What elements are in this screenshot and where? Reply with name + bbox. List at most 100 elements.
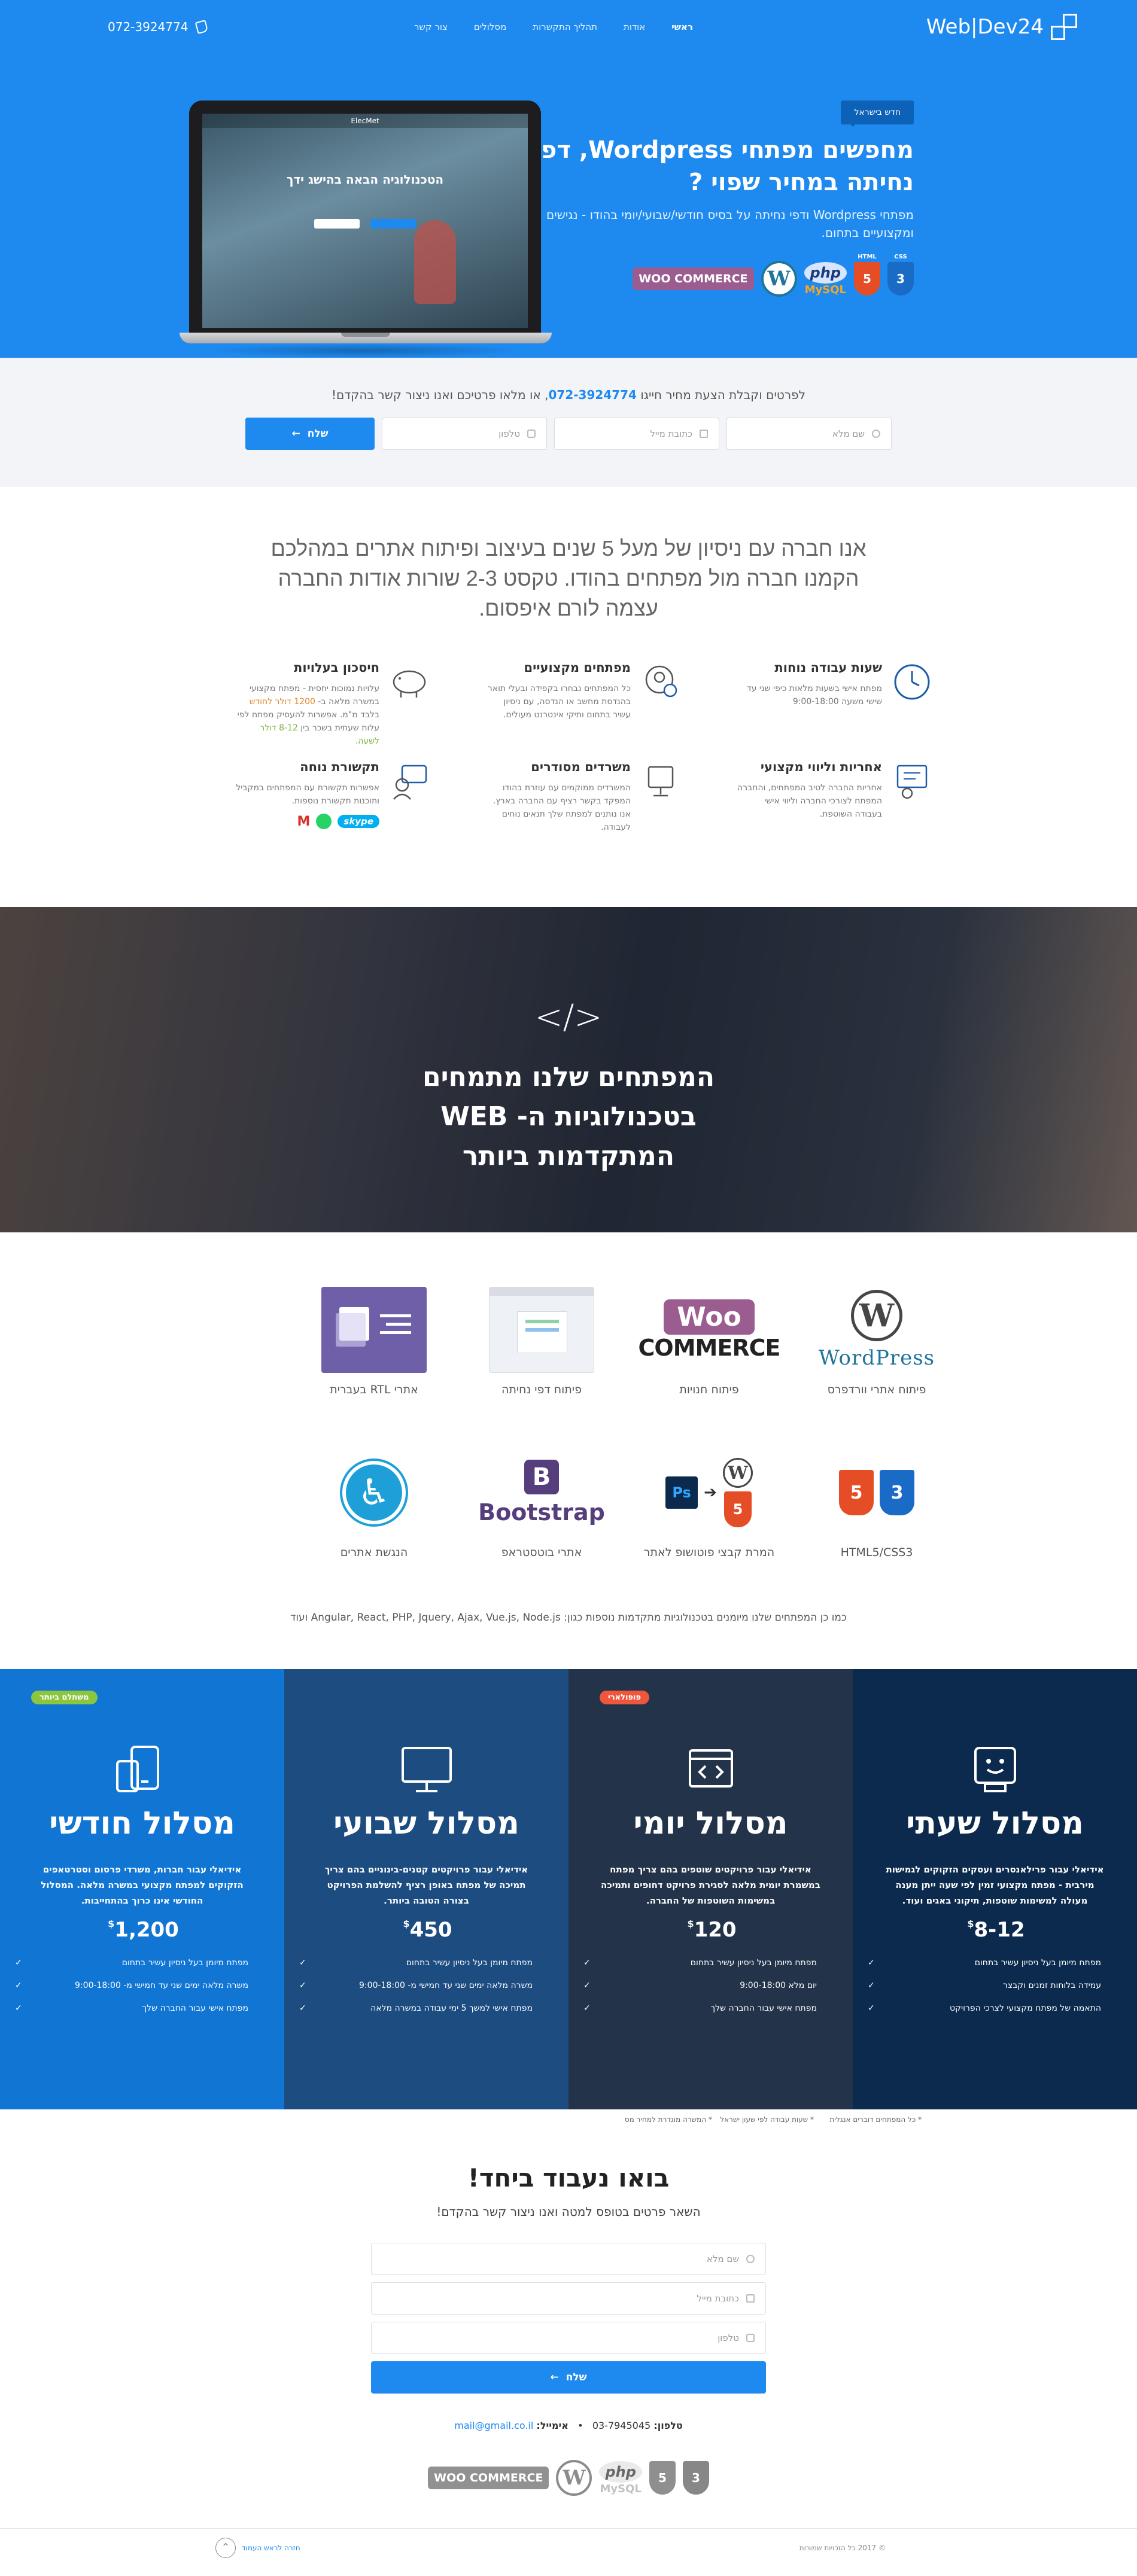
- screen-topbar: ElecMet: [202, 114, 528, 128]
- code-icon: </>: [534, 998, 603, 1037]
- html-icon: HTML 5: [649, 2453, 676, 2495]
- plan-features: מפתח מיומן בעל ניסיון עשיר בתחוםמשרה מלא…: [15, 1951, 248, 2020]
- feature-support: אחריות וליווי מקצועי אחריות החברה לטיב המ…: [736, 760, 934, 821]
- chat-icon: [388, 760, 431, 803]
- plan-feature-item: עמידה בלוחות זמנים וקבצר: [868, 1974, 1101, 1997]
- clock-icon: [890, 660, 934, 704]
- phone-icon: [527, 430, 536, 438]
- wordpress-icon: W: [761, 261, 797, 297]
- new-badge: חדש בישראל: [841, 101, 914, 127]
- plan-features: מפתח מיומן בעל ניסיון עשיר בתחוםמשרה מלא…: [299, 1951, 533, 2020]
- plan-feature-item: מפתח מיומן בעל ניסיון עשיר בתחום: [868, 1951, 1101, 1974]
- back-to-top-link[interactable]: חזרה לראש העמוד ⌃: [215, 2537, 300, 2558]
- menu-item-contact[interactable]: צור קשר: [401, 22, 461, 32]
- landing-page-icon: [489, 1287, 594, 1373]
- strip-form: שם מלא כתובת מייל טלפון שלח ←: [0, 418, 1137, 450]
- plan-feature-item: מפתח אישי עבור החברה שלך: [15, 1997, 248, 2020]
- devices-icon: [0, 1737, 284, 1803]
- plan-weekly: מסלול שבועי אידיאלי עבור פרויקטים קטנים-ב…: [284, 1669, 568, 2109]
- contact-phone[interactable]: 03-7945045: [592, 2420, 650, 2431]
- plan-feature-item: מפתח מיומן בעל ניסיון עשיר בתחום: [299, 1951, 533, 1974]
- phone-icon: [746, 2334, 755, 2342]
- plan-feature-item: התאמה של מפתח מקצועי לצרכי הפרויקט: [868, 1997, 1101, 2020]
- nav-phone-number: 072-3924774: [108, 20, 189, 34]
- contact-details: טלפון: 03-7945045 • אימייל: mail@gmail.c…: [454, 2420, 683, 2431]
- plan-features: מפתח מיומן בעל ניסיון עשיר בתחוםיום מלא …: [583, 1951, 817, 2020]
- menu-item-plans[interactable]: מסלולים: [461, 22, 519, 32]
- screen-buttons: [202, 219, 528, 229]
- plan-feature-item: מפתח מיומן בעל ניסיון עשיר בתחום: [15, 1951, 248, 1974]
- user-icon: [746, 2255, 755, 2263]
- hero-title: מחפשים מפתחי Wordpress, דפי נחיתה במחיר …: [534, 136, 914, 196]
- footer-tech-logos: CSS 3 HTML 5 php MySQL W WOO COMMERCE: [0, 2453, 1137, 2496]
- site-logo[interactable]: Web|Dev24: [926, 14, 1077, 40]
- contact-email[interactable]: mail@gmail.co.il: [454, 2420, 533, 2431]
- menu-item-process[interactable]: תהליך התקשרות: [519, 22, 610, 32]
- bootstrap-icon: B: [524, 1460, 559, 1494]
- plan-feature-item: מפתח אישי עבור החברה שלך: [583, 1997, 817, 2020]
- tile-woocommerce: Woo COMMERCE פיתוח חנויות: [639, 1285, 780, 1396]
- plan-feature-item: יום מלא 9:00-18:00: [583, 1974, 817, 1997]
- feature-pros: מפתחים מקצועיים כל המפתחים נבחרו בקפידה ו…: [485, 660, 682, 721]
- phone-field[interactable]: טלפון: [371, 2322, 766, 2354]
- about-text: אנו חברה עם ניסיון של מעל 5 שנים בעיצוב …: [270, 536, 867, 620]
- rtl-site-icon: [321, 1287, 427, 1373]
- chevron-up-icon: ⌃: [215, 2537, 236, 2558]
- hero-tech-logos: CSS 3 HTML 5 php MySQL W WOO COMMERCE: [633, 254, 914, 297]
- hero-subtitle: מפתחי Wordpress ודפי נחיתה על בסיס חודשי…: [546, 208, 914, 240]
- logo-icon: [1051, 14, 1077, 40]
- plan-hourly: מסלול שעתי אידיאלי עבור פרילאנסרים ועסקים…: [853, 1669, 1137, 2109]
- plan-price: $8-12: [967, 1918, 1025, 1942]
- tech-note: כמו כן המפתחים שלנו מיומנים בטכנולוגיות …: [290, 1612, 847, 1624]
- wordpress-icon: W: [556, 2460, 592, 2496]
- plan-price: $450: [403, 1918, 452, 1942]
- plan-name-hourly: מסלול שעתי: [906, 1805, 1084, 1841]
- tile-html5: 3 5 HTML5/CSS3: [808, 1448, 946, 1559]
- plan-description: אידיאלי עבור חברות, משרדי פרסום וסטרטאפי…: [41, 1864, 244, 1906]
- user-icon: [872, 430, 880, 438]
- send-button[interactable]: שלח ←: [371, 2361, 766, 2394]
- contact-section: בואו נעבוד ביחד! השאר פרטים בטופס למטה ו…: [0, 2109, 1137, 2528]
- contact-form: שם מלא כתובת מייל טלפון שלח ←: [371, 2243, 766, 2394]
- woocommerce-icon: WOO COMMERCE: [633, 267, 754, 290]
- developer-icon: [639, 660, 682, 704]
- php-mysql-icon: php MySQL: [599, 2461, 642, 2495]
- footer: © 2017 כל הזכויות שמורות חזרה לראש העמוד…: [0, 2528, 1137, 2566]
- hero-section: Web|Dev24 ראשי אודות תהליך התקשרות מסלול…: [0, 0, 1137, 358]
- support-monitor-icon: [853, 1737, 1137, 1803]
- nav-phone[interactable]: 072-3924774: [108, 20, 209, 34]
- plan-name-weekly: מסלול שבועי: [333, 1805, 519, 1841]
- name-field[interactable]: שם מלא: [726, 418, 892, 450]
- social-icons: skype M: [233, 814, 379, 829]
- laptop-screen: ElecMet הטכנולוגיה הבאה בהישג ידך: [189, 101, 541, 333]
- email-field[interactable]: כתובת מייל: [371, 2282, 766, 2315]
- arrow-icon: ➔: [704, 1484, 717, 1502]
- piggy-bank-icon: [388, 660, 431, 704]
- email-field[interactable]: כתובת מייל: [554, 418, 719, 450]
- name-field[interactable]: שם מלא: [371, 2243, 766, 2275]
- copyright: © 2017 כל הזכויות שמורות: [799, 2543, 886, 2552]
- tile-rtl: אתרי RTL בעברית: [305, 1285, 443, 1396]
- tile-accessibility: ♿ הנגשת אתרים: [305, 1448, 443, 1559]
- code-window-icon: [568, 1737, 853, 1803]
- menu-item-home[interactable]: ראשי: [658, 22, 706, 32]
- plan-badge: פופולארי: [600, 1691, 650, 1704]
- mail-icon: [700, 430, 708, 438]
- arrow-left-icon: ←: [291, 428, 300, 440]
- menu-item-about[interactable]: אודות: [610, 22, 658, 32]
- monitor-icon: [639, 760, 682, 803]
- mail-icon: [746, 2294, 755, 2303]
- accessibility-icon: ♿: [342, 1461, 406, 1524]
- desktop-icon: [284, 1737, 568, 1803]
- tile-psd: W 5 ➔ Ps המרת קבצי פוטושופ לאתר: [640, 1448, 778, 1559]
- phone-field[interactable]: טלפון: [382, 418, 547, 450]
- about-section: אנו חברה עם ניסיון של מעל 5 שנים בעיצוב …: [0, 487, 1137, 907]
- plan-price: $1,200: [108, 1918, 179, 1942]
- html-icon: HTML 5: [854, 254, 880, 296]
- send-button[interactable]: שלח ←: [245, 418, 375, 450]
- gmail-icon: M: [297, 814, 311, 829]
- html5-icon: 5: [839, 1470, 874, 1515]
- strip-text: לפרטים וקבלת הצעת מחיר חייגו 072-3924774…: [331, 388, 806, 402]
- plan-description: אידיאלי עבור פרויקטים קטנים-בינוניים בהם…: [324, 1864, 528, 1906]
- strip-phone[interactable]: 072-3924774: [549, 388, 637, 402]
